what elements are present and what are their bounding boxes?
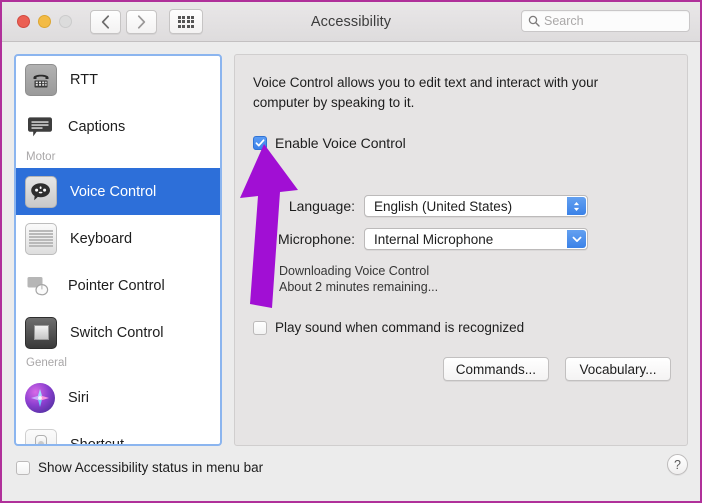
back-button[interactable] xyxy=(90,9,121,34)
chevron-left-icon xyxy=(101,14,110,29)
sidebar-item-label: RTT xyxy=(70,71,98,88)
sidebar-item-label: Captions xyxy=(68,118,126,135)
sidebar-item-label: Shortcut xyxy=(70,437,124,445)
preferences-content: RTT Captions Motor Voice Control Keyboar… xyxy=(2,42,700,501)
switch-control-icon xyxy=(25,316,57,349)
window-traffic-lights xyxy=(17,15,72,28)
sidebar-group-general: General xyxy=(26,357,67,369)
chevron-up-down-icon xyxy=(567,197,586,215)
search-field[interactable]: Search xyxy=(521,10,690,32)
forward-button[interactable] xyxy=(126,9,157,34)
download-status: Downloading Voice Control About 2 minute… xyxy=(253,263,438,295)
sidebar-item-pointer-control[interactable]: Pointer Control xyxy=(16,262,220,309)
sidebar-item-label: Keyboard xyxy=(70,230,133,247)
language-label: Language: xyxy=(288,198,355,214)
show-status-checkbox[interactable] xyxy=(16,460,30,475)
enable-voice-control-checkbox[interactable] xyxy=(253,136,267,150)
zoom-button xyxy=(59,15,72,28)
microphone-row: Microphone: Internal Microphone xyxy=(253,228,588,250)
chevron-down-icon xyxy=(567,230,586,248)
progress-spinner-icon xyxy=(253,264,270,281)
panel-action-buttons: Commands... Vocabulary... xyxy=(442,357,671,381)
show-status-in-menu-bar-row[interactable]: Show Accessibility status in menu bar xyxy=(16,460,263,475)
sidebar-item-rtt[interactable]: RTT xyxy=(16,56,220,103)
language-value: English (United States) xyxy=(374,198,513,214)
chevron-right-icon xyxy=(137,14,146,29)
help-button[interactable]: ? xyxy=(667,454,688,475)
navigation-buttons xyxy=(90,9,157,34)
keyboard-icon xyxy=(25,222,57,255)
show-all-button[interactable] xyxy=(169,9,203,34)
checkmark-icon xyxy=(255,139,265,147)
window-titlebar: Accessibility Search xyxy=(2,2,700,42)
microphone-value: Internal Microphone xyxy=(374,231,494,247)
search-placeholder: Search xyxy=(544,14,584,28)
captions-icon xyxy=(25,112,55,142)
sidebar-item-label: Switch Control xyxy=(70,324,164,341)
close-button[interactable] xyxy=(17,15,30,28)
voice-control-icon xyxy=(25,175,57,208)
microphone-label: Microphone: xyxy=(277,231,355,247)
sidebar-item-captions[interactable]: Captions xyxy=(16,103,220,150)
commands-button[interactable]: Commands... xyxy=(442,357,549,381)
download-title: Downloading Voice Control xyxy=(279,264,430,278)
pointer-control-icon xyxy=(25,271,55,301)
sidebar-group-motor: Motor xyxy=(26,151,56,163)
rtt-icon xyxy=(25,63,57,96)
enable-voice-control-label: Enable Voice Control xyxy=(275,135,406,151)
sidebar-item-voice-control[interactable]: Voice Control xyxy=(16,168,220,215)
voice-control-panel: Voice Control allows you to edit text an… xyxy=(234,54,688,446)
accessibility-feature-list[interactable]: RTT Captions Motor Voice Control Keyboar… xyxy=(14,54,222,446)
sidebar-item-switch-control[interactable]: Switch Control xyxy=(16,309,220,356)
sidebar-item-label: Pointer Control xyxy=(68,277,165,294)
sidebar-item-label: Siri xyxy=(68,389,89,406)
show-status-label: Show Accessibility status in menu bar xyxy=(38,460,264,475)
show-all-grid-icon xyxy=(177,15,195,28)
sidebar-item-keyboard[interactable]: Keyboard xyxy=(16,215,220,262)
shortcut-icon xyxy=(25,428,57,444)
play-sound-row[interactable]: Play sound when command is recognized xyxy=(253,320,524,335)
play-sound-label: Play sound when command is recognized xyxy=(275,320,525,335)
minimize-button[interactable] xyxy=(38,15,51,28)
enable-voice-control-row[interactable]: Enable Voice Control xyxy=(253,135,406,151)
search-icon xyxy=(528,15,540,27)
sidebar-item-siri[interactable]: Siri xyxy=(16,374,220,421)
panel-description: Voice Control allows you to edit text an… xyxy=(253,75,599,110)
download-subtitle: About 2 minutes remaining... xyxy=(279,280,439,294)
language-popup-button[interactable]: English (United States) xyxy=(364,195,588,217)
accessibility-preferences-window: Accessibility Search RTT Captions Motor … xyxy=(0,0,702,503)
microphone-popup-button[interactable]: Internal Microphone xyxy=(364,228,588,250)
sidebar-item-shortcut[interactable]: Shortcut xyxy=(16,421,220,444)
language-row: Language: English (United States) xyxy=(253,195,588,217)
play-sound-checkbox[interactable] xyxy=(253,320,267,335)
vocabulary-button[interactable]: Vocabulary... xyxy=(565,357,671,381)
siri-icon xyxy=(25,382,55,413)
sidebar-item-label: Voice Control xyxy=(70,183,157,200)
